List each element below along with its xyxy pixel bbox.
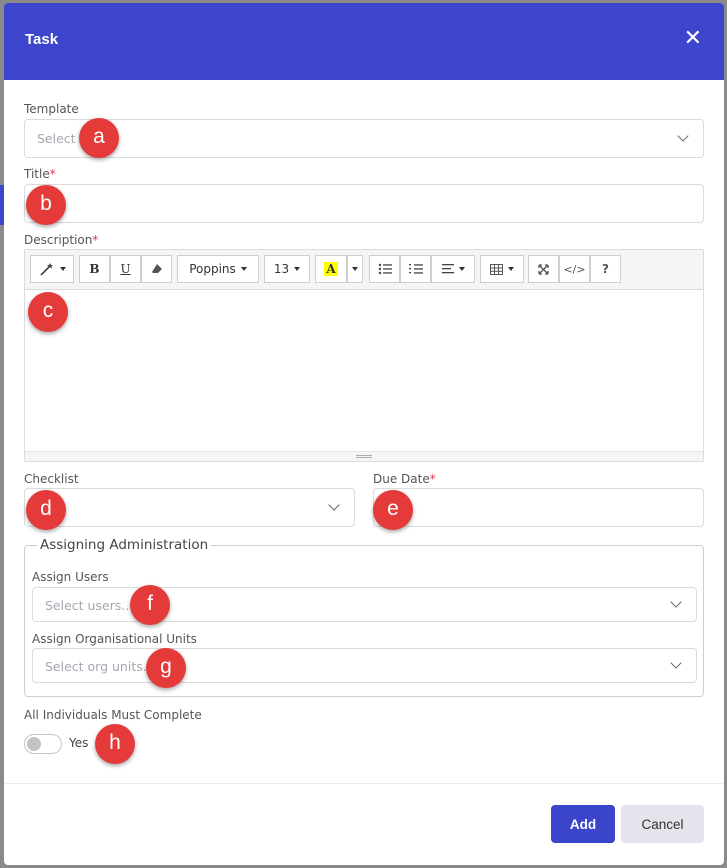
font-size-dropdown[interactable]: 13 <box>264 255 310 283</box>
modal-header: Task ✕ <box>4 3 724 80</box>
assigning-administration-legend: Assigning Administration <box>37 537 212 553</box>
marker-h: h <box>95 724 135 764</box>
marker-a: a <box>79 118 119 158</box>
template-placeholder: Select <box>37 131 76 146</box>
marker-b: b <box>26 185 66 225</box>
unordered-list-button[interactable] <box>369 255 400 283</box>
all-individuals-label: All Individuals Must Complete <box>24 708 202 722</box>
help-button[interactable]: ? <box>590 255 621 283</box>
chevron-down-icon <box>328 499 340 511</box>
assign-org-units-label: Assign Organisational Units <box>32 632 197 646</box>
template-label: Template <box>24 102 79 116</box>
cancel-button[interactable]: Cancel <box>621 805 704 843</box>
assign-users-placeholder: Select users... <box>45 598 134 613</box>
underline-button[interactable]: U <box>110 255 141 283</box>
editor-content-area[interactable] <box>25 290 703 453</box>
bold-button[interactable]: B <box>79 255 110 283</box>
chevron-down-icon <box>677 130 689 142</box>
marker-e: e <box>373 490 413 530</box>
marker-c: c <box>28 292 68 332</box>
table-dropdown[interactable] <box>480 255 524 283</box>
title-label: Title* <box>24 167 56 181</box>
highlight-icon: A <box>324 262 338 276</box>
assign-org-units-placeholder: Select org units... <box>45 659 155 674</box>
color-dropdown-toggle[interactable] <box>347 255 363 283</box>
ordered-list-button[interactable] <box>400 255 431 283</box>
title-input[interactable] <box>24 184 704 223</box>
chevron-down-icon <box>670 596 682 608</box>
bullet-list-icon <box>378 263 392 275</box>
table-icon <box>490 263 503 275</box>
all-individuals-toggle[interactable] <box>24 734 62 754</box>
modal-title: Task <box>25 31 59 48</box>
eraser-icon <box>151 264 162 273</box>
description-label: Description* <box>24 233 99 247</box>
description-editor[interactable]: B U Poppins 13 A </> ? <box>24 249 704 462</box>
font-family-dropdown[interactable]: Poppins <box>177 255 259 283</box>
checklist-label: Checklist <box>24 472 79 486</box>
code-view-button[interactable]: </> <box>559 255 590 283</box>
checklist-select[interactable] <box>24 488 355 527</box>
align-left-icon <box>441 264 454 274</box>
resize-grip-icon <box>356 455 372 458</box>
chevron-down-icon <box>670 657 682 669</box>
close-icon[interactable]: ✕ <box>684 28 702 50</box>
eraser-button[interactable] <box>141 255 172 283</box>
toggle-knob <box>27 737 41 751</box>
fullscreen-button[interactable] <box>528 255 559 283</box>
task-modal: Task ✕ Template Select a Title* b Descri… <box>4 3 724 865</box>
marker-f: f <box>130 585 170 625</box>
editor-resize-handle[interactable] <box>25 451 703 461</box>
fullscreen-icon <box>538 263 549 275</box>
paragraph-align-dropdown[interactable] <box>431 255 475 283</box>
marker-g: g <box>146 648 186 688</box>
highlight-color-button[interactable]: A <box>315 255 347 283</box>
marker-d: d <box>26 490 66 530</box>
editor-toolbar: B U Poppins 13 A </> ? <box>25 250 703 290</box>
font-size-value: 13 <box>273 262 290 276</box>
assign-org-units-select[interactable]: Select org units... <box>32 648 697 683</box>
font-family-value: Poppins <box>189 262 236 276</box>
due-date-input[interactable] <box>373 488 704 527</box>
assigning-administration-group: Assigning Administration Assign Users Se… <box>24 537 704 697</box>
template-select[interactable]: Select <box>24 119 704 158</box>
add-button[interactable]: Add <box>551 805 615 843</box>
due-date-label: Due Date* <box>373 472 436 486</box>
toggle-yes-label: Yes <box>69 736 89 750</box>
magic-style-button[interactable] <box>30 255 74 283</box>
numbered-list-icon <box>408 264 423 274</box>
footer-divider <box>4 783 724 784</box>
assign-users-label: Assign Users <box>32 570 109 584</box>
magic-wand-icon <box>39 263 53 276</box>
